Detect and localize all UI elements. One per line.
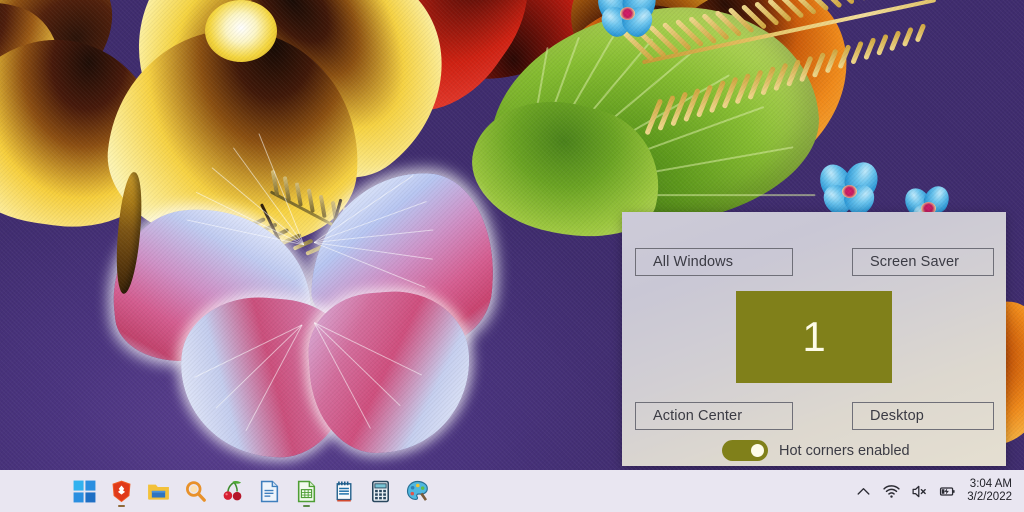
butterfly	[104, 133, 508, 464]
all-windows-button[interactable]: All Windows	[635, 248, 793, 276]
monitor-preview[interactable]: 1	[736, 291, 892, 383]
hot-corners-toggle-label: Hot corners enabled	[779, 442, 910, 459]
taskbar-clock[interactable]: 3:04 AM 3/2/2022	[967, 478, 1012, 505]
desktop-screen: All Windows Screen Saver 1 Action Center…	[0, 0, 1024, 512]
hot-corners-toggle[interactable]	[722, 440, 768, 461]
action-center-button[interactable]: Action Center	[635, 402, 793, 430]
wifi-icon[interactable]	[883, 483, 900, 500]
screen-saver-button[interactable]: Screen Saver	[852, 248, 994, 276]
desktop-button[interactable]: Desktop	[852, 402, 994, 430]
taskbar-pinned-apps	[72, 479, 430, 507]
system-tray: 3:04 AM 3/2/2022	[855, 478, 1012, 505]
blue-flower	[592, 0, 662, 42]
screen-saver-label: Screen Saver	[870, 254, 960, 270]
hot-corners-toggle-row: Hot corners enabled	[722, 440, 910, 461]
action-center-label: Action Center	[653, 408, 743, 424]
folder-icon[interactable]	[146, 479, 171, 504]
all-windows-label: All Windows	[653, 254, 734, 270]
hot-corners-panel: All Windows Screen Saver 1 Action Center…	[622, 212, 1006, 466]
blue-flower	[814, 157, 884, 220]
cherry-icon[interactable]	[220, 479, 245, 504]
document-icon[interactable]	[257, 479, 282, 504]
chevron-up-icon[interactable]	[855, 483, 872, 500]
monitor-number: 1	[802, 313, 826, 360]
paint-palette-icon[interactable]	[405, 479, 430, 504]
battery-charging-icon[interactable]	[939, 483, 956, 500]
toggle-knob	[751, 444, 764, 457]
clock-date: 3/2/2022	[967, 491, 1012, 503]
notepad-icon[interactable]	[331, 479, 356, 504]
search-icon[interactable]	[183, 479, 208, 504]
speaker-muted-icon[interactable]	[911, 483, 928, 500]
calculator-icon[interactable]	[368, 479, 393, 504]
spreadsheet-icon[interactable]	[294, 479, 319, 507]
clock-time: 3:04 AM	[969, 477, 1012, 490]
brave-browser-icon[interactable]	[109, 479, 134, 507]
taskbar: 3:04 AM 3/2/2022	[0, 470, 1024, 512]
windows-start-icon[interactable]	[72, 479, 97, 504]
desktop-label: Desktop	[870, 408, 924, 424]
